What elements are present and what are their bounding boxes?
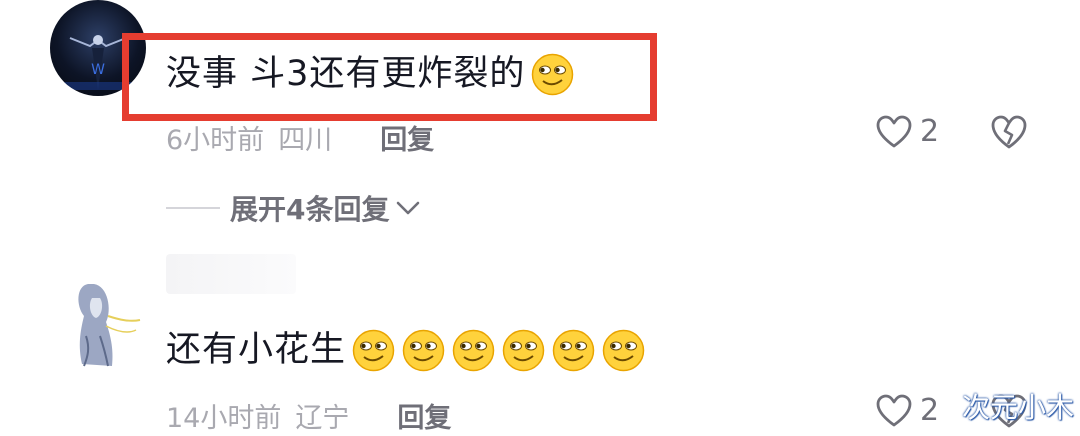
location: 四川 <box>278 125 333 156</box>
dislike-button[interactable] <box>990 114 1028 154</box>
watermark: 次元小木 <box>961 391 1074 424</box>
smirk-emoji-icon <box>532 53 574 96</box>
comment-body: 还有小花生 <box>166 330 347 370</box>
comment-meta: 14小时前 辽宁 回复 <box>166 396 451 435</box>
smirk-emoji-icon <box>402 329 445 372</box>
smirk-emoji-icon <box>352 329 395 372</box>
smirk-emoji-icon <box>602 329 645 372</box>
comment-meta: 6小时前 四川 回复 <box>166 118 434 157</box>
heart-outline-icon <box>876 115 912 147</box>
smirk-emoji-icon <box>502 329 545 372</box>
reply-button[interactable]: 回复 <box>397 396 451 435</box>
like-count: 2 <box>920 114 940 149</box>
broken-heart-icon <box>991 115 1027 149</box>
svg-text:W: W <box>91 62 105 78</box>
comment-text: 没事 斗3还有更炸裂的 <box>166 52 575 97</box>
comment-body: 没事 斗3还有更炸裂的 <box>166 54 526 94</box>
expand-label: 展开4条回复 <box>230 193 390 226</box>
like-button[interactable]: 2 <box>876 114 939 149</box>
location: 辽宁 <box>295 403 350 434</box>
avatar[interactable] <box>50 276 146 372</box>
comment-text: 还有小花生 <box>166 328 646 373</box>
timestamp: 14小时前 <box>166 403 282 434</box>
reply-button[interactable]: 回复 <box>380 118 434 157</box>
expand-replies-button[interactable]: 展开4条回复 <box>166 188 421 228</box>
expand-divider <box>166 207 220 209</box>
emoji-row <box>346 328 646 373</box>
like-count: 2 <box>920 393 940 428</box>
smirk-emoji-icon <box>552 329 595 372</box>
smirk-emoji-icon <box>452 329 495 372</box>
username-redacted <box>166 254 296 294</box>
emoji-row <box>525 52 575 97</box>
heart-outline-icon <box>876 394 912 426</box>
chevron-down-icon <box>397 201 420 215</box>
timestamp: 6小时前 <box>166 125 265 156</box>
like-button[interactable]: 2 <box>876 393 939 428</box>
avatar-image <box>50 276 146 372</box>
